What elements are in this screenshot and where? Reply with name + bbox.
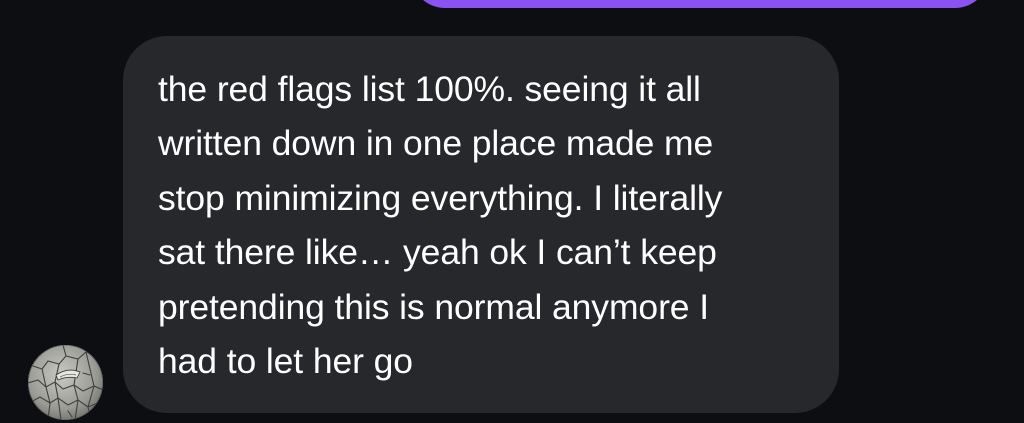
message-line: the red flags list 100%. seeing it all [158,69,701,109]
message-line: pretending this is normal anymore I [158,286,709,327]
message-line: written down in one place made me [158,123,714,164]
cracked-earth-icon [28,345,103,420]
message-text: the red flags list 100%. seeing it all w… [158,62,809,388]
message-line: had to let her go [158,341,413,382]
message-line: stop minimizing everything. I literally [158,177,723,218]
chat-thread: the red flags list 100%. seeing it all w… [0,0,1024,423]
outgoing-message-bubble[interactable] [411,0,989,8]
incoming-message-bubble[interactable]: the red flags list 100%. seeing it all w… [123,36,839,413]
sender-avatar[interactable] [28,345,103,420]
message-line: sat there like… yeah ok I can’t keep [158,232,717,273]
